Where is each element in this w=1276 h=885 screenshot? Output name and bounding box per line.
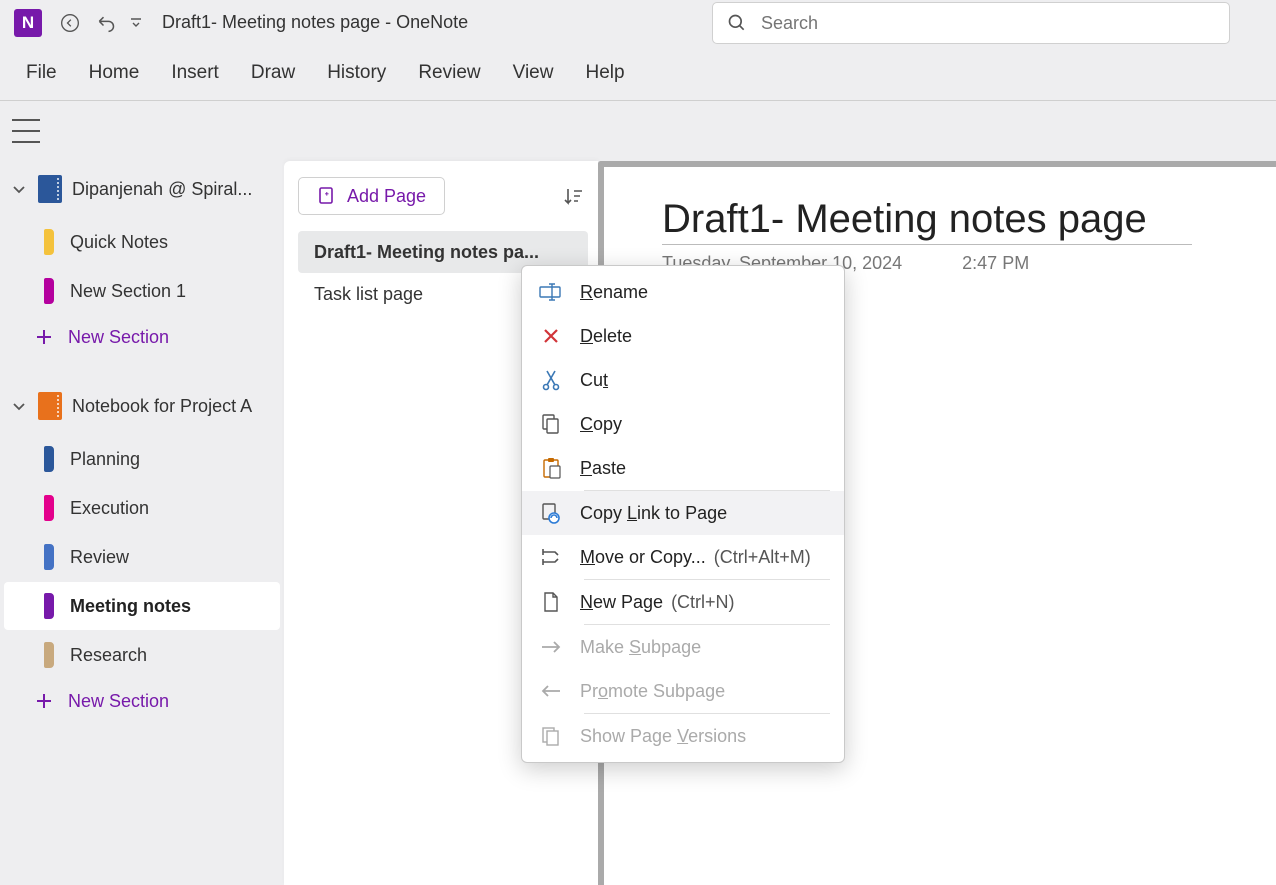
ribbon: File Home Insert Draw History Review Vie… xyxy=(0,45,1276,101)
ctx-label: Move or Copy... xyxy=(580,547,706,568)
sort-pages-button[interactable] xyxy=(558,181,588,211)
versions-icon xyxy=(538,725,564,747)
ctx-rename[interactable]: Rename xyxy=(522,270,844,314)
new-section-button[interactable]: New Section xyxy=(0,316,284,358)
section-item[interactable]: Research xyxy=(4,631,280,679)
ctx-copy[interactable]: Copy xyxy=(522,402,844,446)
section-label: Meeting notes xyxy=(70,596,191,617)
copy-icon xyxy=(538,413,564,435)
notebook-group: Dipanjenah @ Spiral... Quick Notes New Sec… xyxy=(0,161,284,315)
move-icon xyxy=(538,546,564,568)
section-label: Execution xyxy=(70,498,149,519)
section-color-tab xyxy=(44,593,54,619)
plus-icon xyxy=(34,691,54,711)
ctx-label: Show Page Versions xyxy=(580,726,746,747)
add-page-button[interactable]: Add Page xyxy=(298,177,445,215)
plus-icon xyxy=(34,327,54,347)
section-item[interactable]: Execution xyxy=(4,484,280,532)
ribbon-tab-insert[interactable]: Insert xyxy=(171,62,219,84)
section-color-tab xyxy=(44,446,54,472)
notebook-icon xyxy=(38,392,62,420)
undo-button[interactable] xyxy=(88,5,124,41)
section-label: Quick Notes xyxy=(70,232,168,253)
notebook-icon xyxy=(38,175,62,203)
ctx-label: Copy Link to Page xyxy=(580,503,727,524)
ctx-cut[interactable]: Cut xyxy=(522,358,844,402)
app-icon: N xyxy=(14,9,42,37)
section-color-tab xyxy=(44,229,54,255)
ribbon-tab-file[interactable]: File xyxy=(26,62,57,84)
ribbon-tab-review[interactable]: Review xyxy=(418,62,480,84)
ctx-label: Promote Subpage xyxy=(580,681,725,702)
ribbon-tab-history[interactable]: History xyxy=(327,62,386,84)
page-time: 2:47 PM xyxy=(962,253,1029,274)
delete-icon xyxy=(538,325,564,347)
ctx-promote-subpage: Promote Subpage xyxy=(522,669,844,713)
ctx-show-page-versions: Show Page Versions xyxy=(522,714,844,758)
search-box[interactable] xyxy=(712,2,1230,44)
ribbon-tab-help[interactable]: Help xyxy=(585,62,624,84)
search-input[interactable] xyxy=(761,13,1215,34)
chevron-down-icon xyxy=(10,180,28,198)
notebook-nav: Dipanjenah @ Spiral... Quick Notes New Sec… xyxy=(0,161,284,885)
ctx-shortcut: (Ctrl+Alt+M) xyxy=(714,547,811,568)
back-button[interactable] xyxy=(52,5,88,41)
ctx-label: Delete xyxy=(580,326,632,347)
section-item[interactable]: Review xyxy=(4,533,280,581)
section-item[interactable]: Quick Notes xyxy=(4,218,280,266)
section-label: Review xyxy=(70,547,129,568)
notebook-name: Dipanjenah @ Spiral... xyxy=(72,179,252,200)
new-section-button[interactable]: New Section xyxy=(0,680,284,722)
section-label: Research xyxy=(70,645,147,666)
notebook-group: Notebook for Project A Planning Execution R… xyxy=(0,378,284,679)
search-icon xyxy=(727,13,747,33)
section-item[interactable]: Meeting notes xyxy=(4,582,280,630)
notebook-header[interactable]: Notebook for Project A xyxy=(0,378,284,434)
rename-icon xyxy=(538,281,564,303)
ctx-label: Cut xyxy=(580,370,608,391)
section-label: Planning xyxy=(70,449,140,470)
left-arrow-icon xyxy=(538,680,564,702)
page-title[interactable]: Draft1- Meeting notes page xyxy=(662,197,1192,245)
ctx-paste[interactable]: Paste xyxy=(522,446,844,490)
ribbon-tab-view[interactable]: View xyxy=(513,62,554,84)
ctx-copy-link-to-page[interactable]: Copy Link to Page xyxy=(522,491,844,535)
ribbon-tab-home[interactable]: Home xyxy=(89,62,140,84)
ctx-label: New Page xyxy=(580,592,663,613)
page-context-menu: Rename Delete Cut Copy Paste Copy Link t… xyxy=(521,265,845,763)
right-arrow-icon xyxy=(538,636,564,658)
qat-dropdown[interactable] xyxy=(124,16,148,30)
ctx-label: Make Subpage xyxy=(580,637,701,658)
section-item[interactable]: New Section 1 xyxy=(4,267,280,315)
ctx-new-page[interactable]: New Page (Ctrl+N) xyxy=(522,580,844,624)
ctx-shortcut: (Ctrl+N) xyxy=(671,592,735,613)
add-page-icon xyxy=(317,186,337,206)
link-icon xyxy=(538,502,564,524)
section-color-tab xyxy=(44,278,54,304)
cut-icon xyxy=(538,369,564,391)
section-color-tab xyxy=(44,495,54,521)
secondary-toolbar xyxy=(0,101,1276,161)
newpage-icon xyxy=(538,591,564,613)
chevron-down-icon xyxy=(10,397,28,415)
section-color-tab xyxy=(44,544,54,570)
ribbon-tab-draw[interactable]: Draw xyxy=(251,62,295,84)
notebook-name: Notebook for Project A xyxy=(72,396,252,417)
section-label: New Section 1 xyxy=(70,281,186,302)
window-title: Draft1- Meeting notes page - OneNote xyxy=(162,12,468,33)
ctx-label: Rename xyxy=(580,282,648,303)
notebook-header[interactable]: Dipanjenah @ Spiral... xyxy=(0,161,284,217)
sort-icon xyxy=(562,185,584,207)
ctx-delete[interactable]: Delete xyxy=(522,314,844,358)
ctx-label: Paste xyxy=(580,458,626,479)
ctx-make-subpage: Make Subpage xyxy=(522,625,844,669)
section-item[interactable]: Planning xyxy=(4,435,280,483)
nav-toggle-button[interactable] xyxy=(12,119,40,143)
title-bar: N Draft1- Meeting notes page - OneNote xyxy=(0,0,1276,45)
paste-icon xyxy=(538,457,564,479)
ctx-label: Copy xyxy=(580,414,622,435)
ctx-move-or-copy-[interactable]: Move or Copy... (Ctrl+Alt+M) xyxy=(522,535,844,579)
section-color-tab xyxy=(44,642,54,668)
